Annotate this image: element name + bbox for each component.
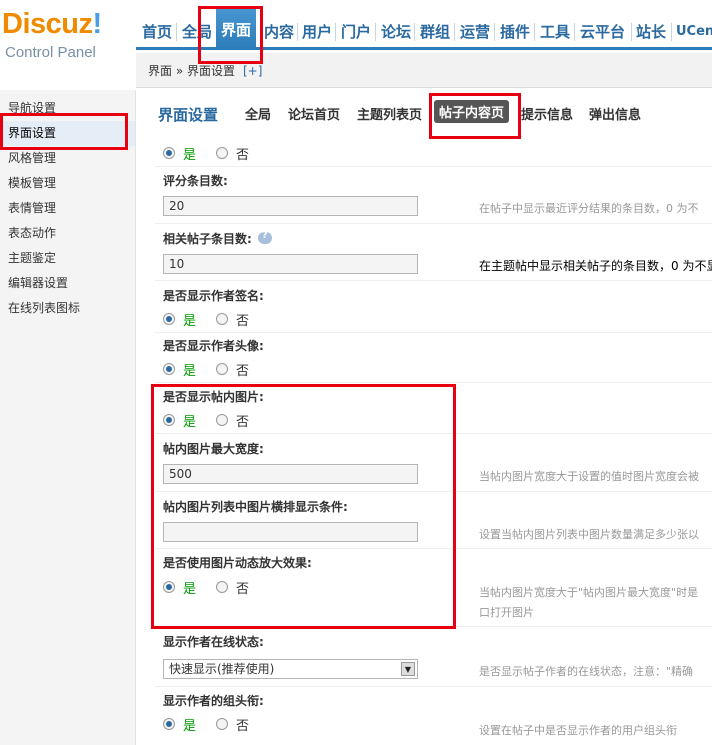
rate-count-input[interactable]: 20 <box>163 196 418 216</box>
show-images-radios: 是 否 <box>163 410 249 430</box>
logo: Discuz! Control Panel <box>0 0 136 90</box>
image-list-cond-label: 帖内图片列表中图片横排显示条件: <box>163 500 348 514</box>
show-signature-radios: 是 否 <box>163 309 249 329</box>
nav-item-webmaster[interactable]: 站长 <box>636 21 666 43</box>
nav-item-plugins[interactable]: 插件 <box>500 21 530 43</box>
radio-no[interactable] <box>216 313 229 325</box>
sidebar-item-smilies[interactable]: 表情管理 <box>0 196 135 221</box>
image-list-cond-input[interactable] <box>163 522 418 542</box>
image-list-cond-desc: 设置当帖内图片列表中图片数量满足多少张以 <box>479 528 699 541</box>
logo-subtitle: Control Panel <box>5 44 96 61</box>
online-status-label: 显示作者在线状态: <box>163 635 264 649</box>
page-title: 界面设置 <box>158 106 219 124</box>
radio-yes[interactable] <box>163 414 175 426</box>
rate-count-label: 评分条目数: <box>163 174 228 188</box>
related-count-input[interactable]: 10 <box>163 254 418 274</box>
main-content: 界面设置 全局 论坛首页 主题列表页 帖子内容页 提示信息 弹出信息 是 否 评… <box>137 90 712 745</box>
tab-messages[interactable]: 提示信息 <box>521 104 573 123</box>
nav-item-content[interactable]: 内容 <box>264 21 294 43</box>
radio-yes[interactable] <box>163 363 175 375</box>
image-zoom-desc-line2: 口打开图片 <box>479 606 534 619</box>
image-zoom-radios: 是 否 <box>163 577 249 597</box>
image-zoom-label: 是否使用图片动态放大效果: <box>163 556 312 570</box>
radio-yes[interactable] <box>163 718 175 730</box>
tab-post-content[interactable]: 帖子内容页 <box>434 100 510 123</box>
group-title-radios: 是 否 <box>163 714 249 734</box>
sidebar-item-styles[interactable]: 风格管理 <box>0 146 135 171</box>
online-status-desc: 是否显示帖子作者的在线状态，注意："精确 <box>479 665 694 678</box>
tab-global[interactable]: 全局 <box>245 104 271 123</box>
show-signature-label: 是否显示作者签名: <box>163 289 264 303</box>
nav-item-cloud[interactable]: 云平台 <box>580 21 625 43</box>
related-count-label: 相关帖子条目数: <box>163 230 272 247</box>
radio-no[interactable] <box>216 363 229 375</box>
top-nav: 首页 全局 界面 内容 用户 门户 论坛 群组 运营 插件 工具 云平台 站长 … <box>136 0 712 50</box>
sidebar-item-online-icons[interactable]: 在线列表图标 <box>0 296 135 321</box>
show-avatar-radios: 是 否 <box>163 359 249 379</box>
nav-item-home[interactable]: 首页 <box>142 21 172 43</box>
image-max-width-desc: 当帖内图片宽度大于设置的值时图片宽度会被 <box>479 470 699 483</box>
nav-item-interface[interactable]: 界面 <box>216 6 257 47</box>
tab-popups[interactable]: 弹出信息 <box>589 104 641 123</box>
sidebar-item-navigation[interactable]: 导航设置 <box>0 96 135 121</box>
nav-item-portal[interactable]: 门户 <box>341 21 371 43</box>
radio-no[interactable] <box>216 718 229 730</box>
group-title-label: 显示作者的组头衔: <box>163 694 264 708</box>
tab-thread-list[interactable]: 主题列表页 <box>357 104 422 123</box>
sidebar-item-stamps[interactable]: 主题鉴定 <box>0 246 135 271</box>
sidebar-item-templates[interactable]: 模板管理 <box>0 171 135 196</box>
breadcrumb: 界面 » 界面设置 [+] <box>148 62 262 79</box>
radio-no[interactable] <box>216 581 229 593</box>
sidebar-item-interface-settings[interactable]: 界面设置 <box>0 121 135 146</box>
nav-item-ucenter[interactable]: UCen <box>676 21 712 43</box>
sidebar-item-editor[interactable]: 编辑器设置 <box>0 271 135 296</box>
image-zoom-desc-line1: 当帖内图片宽度大于"帖内图片最大宽度"时是 <box>479 586 699 599</box>
nav-item-operations[interactable]: 运营 <box>460 21 490 43</box>
nav-item-users[interactable]: 用户 <box>302 21 332 43</box>
tab-forum-index[interactable]: 论坛首页 <box>288 104 340 123</box>
help-icon[interactable] <box>257 230 272 244</box>
related-count-desc: 在主题帖中显示相关帖子的条目数，0 为不显 <box>479 259 712 273</box>
radio-yes[interactable] <box>163 581 175 593</box>
logo-wordmark: Discuz! <box>2 8 102 40</box>
group-title-desc: 设置在帖子中是否显示作者的用户组头衔 <box>479 724 677 737</box>
online-status-select[interactable]: 快速显示(推荐使用) ▼ <box>163 659 418 679</box>
radio-yes[interactable] <box>163 147 175 159</box>
sidebar: 导航设置 界面设置 风格管理 模板管理 表情管理 表态动作 主题鉴定 编辑器设置… <box>0 90 136 745</box>
breadcrumb-bar: 界面 » 界面设置 [+] <box>136 53 712 88</box>
nav-item-forum[interactable]: 论坛 <box>381 21 411 43</box>
radio-no[interactable] <box>216 147 229 159</box>
show-images-label: 是否显示帖内图片: <box>163 390 264 404</box>
nav-item-tools[interactable]: 工具 <box>540 21 570 43</box>
radio-group-top: 是 否 <box>163 143 249 163</box>
nav-item-groups[interactable]: 群组 <box>420 21 450 43</box>
rate-count-desc: 在帖子中显示最近评分结果的条目数，0 为不 <box>479 202 699 215</box>
nav-item-global[interactable]: 全局 <box>182 21 212 43</box>
image-max-width-label: 帖内图片最大宽度: <box>163 442 264 456</box>
add-shortcut-link[interactable]: [+] <box>243 64 262 78</box>
breadcrumb-path: 界面 » 界面设置 <box>148 64 235 78</box>
radio-yes[interactable] <box>163 313 175 325</box>
show-avatar-label: 是否显示作者头像: <box>163 339 264 353</box>
image-max-width-input[interactable]: 500 <box>163 464 418 484</box>
chevron-down-icon: ▼ <box>401 662 415 676</box>
sidebar-item-clicks[interactable]: 表态动作 <box>0 221 135 246</box>
settings-tabs: 界面设置 全局 论坛首页 主题列表页 帖子内容页 提示信息 弹出信息 <box>137 90 712 136</box>
radio-no[interactable] <box>216 414 229 426</box>
